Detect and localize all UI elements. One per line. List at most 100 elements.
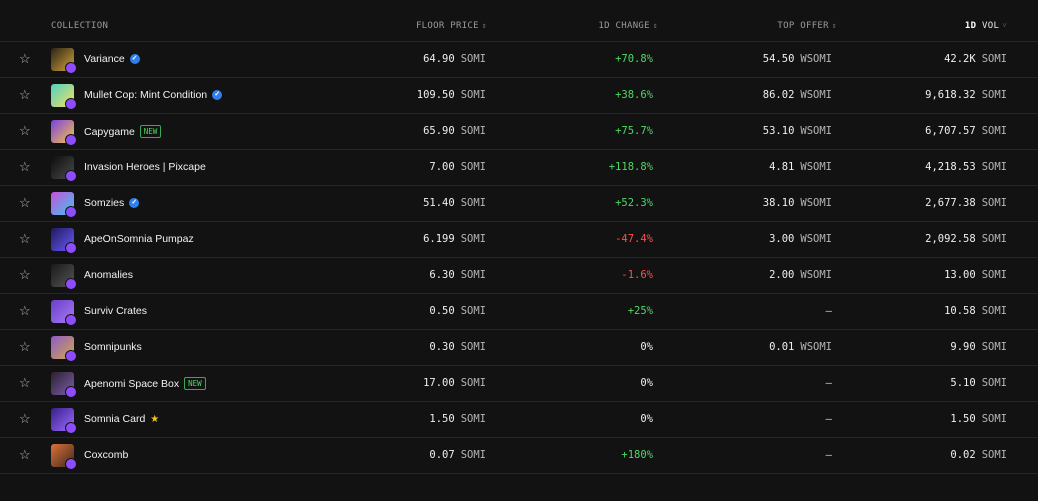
star-icon[interactable]: ☆ xyxy=(19,376,31,390)
star-icon[interactable]: ☆ xyxy=(19,160,31,174)
change-value: +180% xyxy=(621,449,653,461)
floor-unit: SOMI xyxy=(460,269,486,281)
change-value: 0% xyxy=(640,377,653,389)
vol-value: 2,677.38 xyxy=(925,197,976,209)
collection-name-cell[interactable]: Mullet Cop: Mint Condition ✓ xyxy=(84,89,223,101)
volume: 5.10 SOMI xyxy=(950,377,1007,389)
floor-unit: SOMI xyxy=(460,53,486,65)
table-row[interactable]: ☆ Somzies ✓ 51.40 SOMI +52.3% 38.10 WSOMI … xyxy=(0,186,1038,222)
floor-price: 0.50 SOMI xyxy=(429,305,486,317)
new-badge: NEW xyxy=(139,125,162,138)
table-row[interactable]: ☆ ApeOnSomnia Pumpaz 6.199 SOMI -47.4% 3.… xyxy=(0,222,1038,258)
floor-price: 109.50 SOMI xyxy=(417,89,486,101)
floor-value: 6.199 xyxy=(423,233,455,245)
table-row[interactable]: ☆ Invasion Heroes | Pixcape 7.00 SOMI +11… xyxy=(0,150,1038,186)
vol-value: 4,218.53 xyxy=(925,161,976,173)
collection-thumbnail xyxy=(51,372,77,398)
verified-check-icon: ✓ xyxy=(129,198,140,208)
top-offer: – xyxy=(826,449,832,461)
collection-name-cell[interactable]: Variance ✓ xyxy=(84,53,140,65)
collection-name-cell[interactable]: Surviv Crates xyxy=(84,305,147,317)
column-header-1d-vol[interactable]: 1D VOL ˅ xyxy=(965,21,1007,31)
collection-thumbnail xyxy=(51,120,77,146)
offer-unit: WSOMI xyxy=(800,125,832,137)
top-offer: – xyxy=(826,305,832,317)
vol-unit: SOMI xyxy=(981,197,1007,209)
table-row[interactable]: ☆ Apenomi Space Box NEW 17.00 SOMI 0% – 5… xyxy=(0,366,1038,402)
floor-price: 0.30 SOMI xyxy=(429,341,486,353)
offer-empty: – xyxy=(825,413,832,425)
chain-badge-icon xyxy=(65,386,77,398)
floor-price: 0.07 SOMI xyxy=(429,449,486,461)
table-row[interactable]: ☆ Somnipunks 0.30 SOMI 0% 0.01 WSOMI 9.90 S… xyxy=(0,330,1038,366)
collection-name-cell[interactable]: Somnia Card ★ xyxy=(84,413,159,425)
change-value: +52.3% xyxy=(615,197,653,209)
collection-name: Surviv Crates xyxy=(84,305,148,317)
star-icon[interactable]: ☆ xyxy=(19,340,31,354)
collection-thumbnail xyxy=(51,300,77,326)
table-row[interactable]: ☆ Somnia Card ★ 1.50 SOMI 0% – 1.50 SOMI xyxy=(0,402,1038,438)
chain-badge-icon xyxy=(65,206,77,218)
verified-check-icon: ✓ xyxy=(212,90,223,100)
star-icon[interactable]: ☆ xyxy=(19,88,31,102)
collection-name-cell[interactable]: Capygame NEW xyxy=(84,125,162,138)
top-offer: – xyxy=(826,377,832,389)
star-icon[interactable]: ☆ xyxy=(19,304,31,318)
vol-value: 13.00 xyxy=(944,269,976,281)
volume: 13.00 SOMI xyxy=(944,269,1007,281)
star-icon[interactable]: ☆ xyxy=(19,52,31,66)
vol-unit: SOMI xyxy=(981,161,1007,173)
table-body: ☆ Variance ✓ 64.90 SOMI +70.8% 54.50 WSOMI… xyxy=(0,42,1038,474)
collection-name-cell[interactable]: Anomalies xyxy=(84,269,133,281)
volume: 4,218.53 SOMI xyxy=(925,161,1007,173)
floor-price: 65.90 SOMI xyxy=(423,125,486,137)
volume: 42.2K SOMI xyxy=(944,53,1007,65)
column-header-floor-price[interactable]: FLOOR PRICE ⇕ xyxy=(416,21,487,31)
collection-name: Somnia Card xyxy=(84,413,146,425)
table-row[interactable]: ☆ Mullet Cop: Mint Condition ✓ 109.50 SOM… xyxy=(0,78,1038,114)
floor-unit: SOMI xyxy=(460,161,486,173)
star-icon[interactable]: ☆ xyxy=(19,232,31,246)
collection-name: Capygame xyxy=(84,125,135,138)
collection-name-cell[interactable]: Somzies ✓ xyxy=(84,197,140,209)
star-icon[interactable]: ☆ xyxy=(19,124,31,138)
change-value: 0% xyxy=(640,341,653,353)
collection-name: Variance xyxy=(84,53,125,65)
vol-value: 9.90 xyxy=(950,341,976,353)
table-row[interactable]: ☆ Anomalies 6.30 SOMI -1.6% 2.00 WSOMI 13.… xyxy=(0,258,1038,294)
change-label: 1D CHANGE xyxy=(598,21,650,31)
column-header-1d-change[interactable]: 1D CHANGE ⇕ xyxy=(598,21,658,31)
volume: 9,618.32 SOMI xyxy=(925,89,1007,101)
collection-name-cell[interactable]: Coxcomb xyxy=(84,449,128,461)
collection-name-cell[interactable]: Somnipunks xyxy=(84,341,142,353)
table-row[interactable]: ☆ Surviv Crates 0.50 SOMI +25% – 10.58 SOM… xyxy=(0,294,1038,330)
vol-value: 9,618.32 xyxy=(925,89,976,101)
table-row[interactable]: ☆ Variance ✓ 64.90 SOMI +70.8% 54.50 WSOMI… xyxy=(0,42,1038,78)
collection-name-cell[interactable]: Invasion Heroes | Pixcape xyxy=(84,161,206,173)
volume: 1.50 SOMI xyxy=(950,413,1007,425)
vol-value: 42.2K xyxy=(944,53,976,65)
floor-price-label: FLOOR PRICE xyxy=(415,21,479,31)
top-offer: 3.00 WSOMI xyxy=(769,233,832,245)
star-icon[interactable]: ☆ xyxy=(19,448,31,462)
volume: 0.02 SOMI xyxy=(950,449,1007,461)
star-icon[interactable]: ☆ xyxy=(19,196,31,210)
collection-thumbnail xyxy=(51,84,77,110)
gold-star-icon: ★ xyxy=(150,413,160,425)
top-offer-label: TOP OFFER xyxy=(777,21,829,31)
floor-value: 17.00 xyxy=(423,377,455,389)
floor-value: 0.30 xyxy=(429,341,455,353)
column-header-collection: COLLECTION xyxy=(51,21,109,31)
column-header-top-offer[interactable]: TOP OFFER ⇕ xyxy=(777,21,837,31)
star-icon[interactable]: ☆ xyxy=(19,268,31,282)
collection-thumbnail xyxy=(51,228,77,254)
collection-name-cell[interactable]: ApeOnSomnia Pumpaz xyxy=(84,233,194,245)
table-row[interactable]: ☆ Coxcomb 0.07 SOMI +180% – 0.02 SOMI xyxy=(0,438,1038,474)
table-row[interactable]: ☆ Capygame NEW 65.90 SOMI +75.7% 53.10 WSO… xyxy=(0,114,1038,150)
collection-name-cell[interactable]: Apenomi Space Box NEW xyxy=(84,377,206,390)
star-icon[interactable]: ☆ xyxy=(19,412,31,426)
top-offer: 38.10 WSOMI xyxy=(763,197,832,209)
floor-value: 51.40 xyxy=(423,197,455,209)
vol-unit: SOMI xyxy=(981,233,1007,245)
offer-value: 3.00 xyxy=(769,233,795,245)
